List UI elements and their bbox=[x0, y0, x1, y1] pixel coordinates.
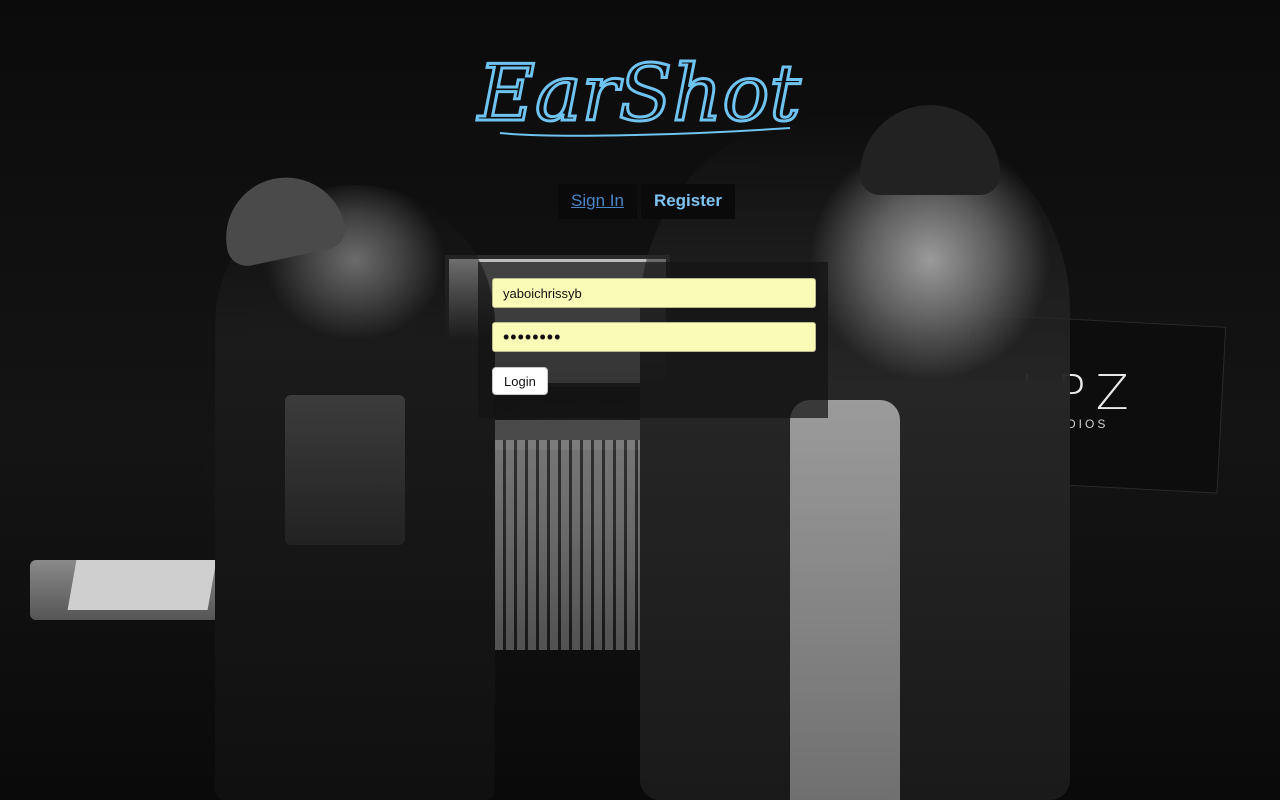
shirt-left-shape bbox=[285, 395, 405, 545]
username-field[interactable] bbox=[492, 278, 816, 308]
login-button[interactable]: Login bbox=[492, 367, 548, 395]
auth-tabs: Sign In Register bbox=[558, 184, 735, 219]
earshot-logo: EarShot bbox=[470, 38, 830, 148]
tee-right-shape bbox=[790, 400, 900, 800]
tab-sign-in[interactable]: Sign In bbox=[558, 184, 637, 219]
password-field[interactable] bbox=[492, 322, 816, 352]
paper-shape bbox=[67, 560, 217, 610]
logo-text: EarShot bbox=[476, 49, 801, 139]
login-form-panel: Login bbox=[478, 262, 828, 418]
tab-register[interactable]: Register bbox=[640, 184, 735, 219]
